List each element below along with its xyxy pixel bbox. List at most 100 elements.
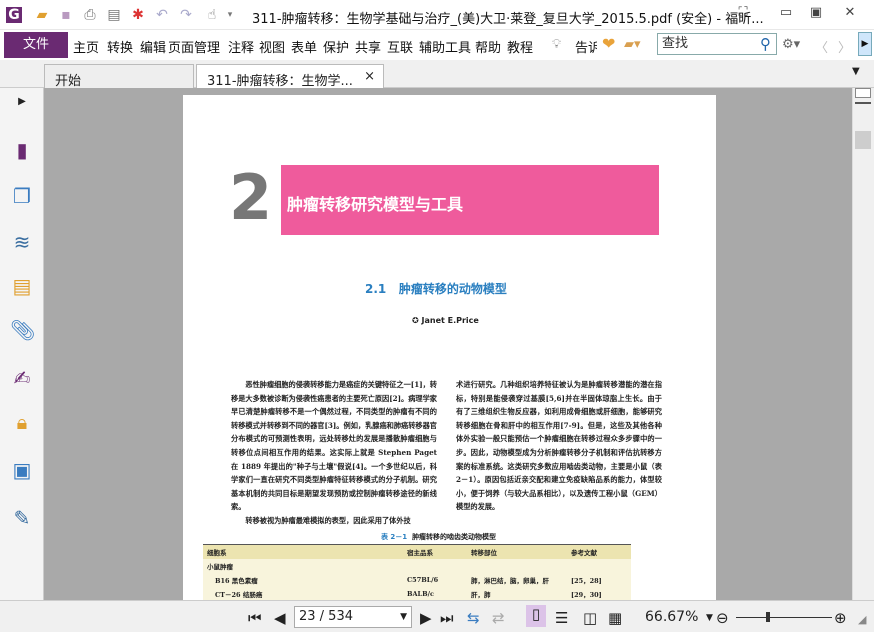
menu-convert[interactable]: 转换 (107, 37, 133, 56)
zoom-level[interactable]: 66.67% (645, 609, 698, 625)
search-input[interactable]: 查找 (657, 33, 777, 55)
minimize-button[interactable]: ▭ (776, 5, 796, 23)
menu-tutorial[interactable]: 教程 (507, 37, 533, 56)
next-icon[interactable]: 〉 (838, 37, 851, 56)
ribbon-scroll-right[interactable]: ▶ (858, 32, 872, 56)
menu-home[interactable]: 主页 (73, 37, 99, 56)
comments-icon[interactable]: ▤ (10, 274, 34, 298)
print-icon[interactable]: ⎙ (82, 7, 98, 23)
fullscreen-icon[interactable]: ⛶ (733, 5, 753, 23)
previous-view-icon[interactable]: ⇆ (467, 609, 480, 627)
lightbulb-icon[interactable]: 💡︎ (552, 37, 561, 52)
gear-icon[interactable]: ⚙▾ (782, 37, 800, 52)
menu-help[interactable]: 帮助 (475, 37, 501, 56)
vertical-scrollbar[interactable] (852, 88, 874, 600)
tell-me[interactable]: 告诉 (575, 37, 597, 56)
menu-view[interactable]: 视图 (259, 37, 285, 56)
pdf-page: 2 肿瘤转移研究模型与工具 2.1 肿瘤转移的动物模型 ✪ Janet E.Pr… (183, 95, 716, 600)
menu-accessibility[interactable]: 辅助工具 (419, 37, 471, 56)
scroll-top-marker (855, 102, 871, 108)
table-row: B16 黑色素瘤 C57BL/6 肺，淋巴结，脑，卵巢，肝 [25，28] (203, 573, 631, 587)
first-page-button[interactable]: ⏮ (248, 609, 262, 627)
resize-grip-icon[interactable]: ◢ (858, 613, 866, 626)
title-bar: G ▰ ▪ ⎙ ▤ ✱ ↶ ↷ ☝ ▾ 311-肿瘤转移：生物学基础与治疗_(美… (0, 0, 874, 30)
table-cell: [25，28] (571, 577, 602, 585)
tab-list-icon[interactable]: ▼ (852, 66, 860, 77)
continuous-facing-view-icon[interactable]: ▦ (608, 609, 622, 627)
menu-protect[interactable]: 保护 (323, 37, 349, 56)
search-icon[interactable]: ⚲ (760, 35, 771, 53)
save-icon[interactable]: ▪ (58, 7, 74, 23)
body-left-column: 恶性肿瘤细胞的侵袭转移能力是癌症的关键特征之一[1]，转移是大多数被诊断为侵袭性… (231, 380, 437, 525)
signature-icon[interactable]: ✍ (10, 366, 34, 390)
menu-page-manage[interactable]: 页面管理 (168, 37, 220, 56)
author-icon: ✪ (412, 316, 422, 325)
next-view-icon[interactable]: ⇄ (492, 609, 505, 627)
chevron-down-icon[interactable]: ▾ (222, 7, 238, 23)
new-icon[interactable]: ✱ (130, 7, 146, 23)
table-cell: CT－26 结肠癌 (215, 591, 263, 599)
hand-tool-icon[interactable]: ☝ (204, 7, 220, 23)
zoom-dropdown-icon[interactable]: ▼ (706, 613, 713, 623)
data-table: 细胞系 宿主品系 转移部位 参考文献 小鼠肿瘤 B16 黑色素瘤 C57BL/6 肺… (203, 544, 631, 600)
table-cell: BALB/c (407, 590, 434, 598)
table-caption: 表 2－1 肿瘤转移的啮齿类动物模型 (381, 532, 496, 542)
bookmark-icon[interactable]: ▮ (10, 138, 34, 162)
page-thumbnails-icon[interactable]: ❐ (10, 184, 34, 208)
open-folder-icon[interactable]: ▰ (34, 7, 50, 23)
maximize-button[interactable]: ▣ (806, 5, 826, 23)
table-header: 参考文献 (571, 549, 597, 557)
facing-view-icon[interactable]: ◫ (583, 609, 597, 627)
table-cell: [29，30] (571, 591, 602, 599)
file-menu-button[interactable]: 文件 (4, 32, 68, 58)
chevron-down-icon[interactable]: ▼ (400, 612, 407, 622)
status-bar: ⏮ ◀ 23 / 534 ▼ ▶ ⏭ ⇆ ⇄ ▯ ☰ ◫ ▦ 66.67% ▼ ⊖… (0, 600, 874, 632)
section-title: 肿瘤转移的动物模型 (398, 282, 507, 296)
prev-page-button[interactable]: ◀ (274, 609, 286, 627)
attachment-icon[interactable]: 📎︎ (10, 318, 35, 342)
menu-connect[interactable]: 互联 (387, 37, 413, 56)
undo-icon[interactable]: ↶ (154, 7, 170, 23)
chapter-title: 肿瘤转移研究模型与工具 (287, 195, 464, 214)
layers-icon[interactable]: ≋ (10, 230, 34, 254)
next-page-button[interactable]: ▶ (420, 609, 432, 627)
tab-label: 311-肿瘤转移：生物学... (207, 74, 353, 89)
scroll-thumb[interactable] (855, 131, 871, 149)
menu-form[interactable]: 表单 (291, 37, 317, 56)
table-cell: 肺，淋巴结，脑，卵巢，肝 (471, 577, 549, 585)
menu-comment[interactable]: 注释 (228, 37, 254, 56)
continuous-view-icon[interactable]: ☰ (555, 609, 568, 627)
zoom-slider[interactable] (736, 617, 832, 618)
form-fields-icon[interactable]: ▣ (10, 458, 34, 482)
prev-icon[interactable]: 〈 (815, 37, 828, 56)
certificate-icon[interactable]: ✎ (10, 506, 34, 530)
lock-icon[interactable]: 🔒︎ (10, 410, 34, 434)
foxit-logo-icon: G (6, 7, 22, 23)
zoom-slider-thumb[interactable] (766, 612, 770, 622)
close-button[interactable]: ✕ (840, 5, 860, 23)
scroll-up-button[interactable] (855, 88, 871, 98)
close-tab-icon[interactable]: × (364, 69, 375, 84)
menu-share[interactable]: 共享 (355, 37, 381, 56)
properties-icon[interactable]: ▤ (106, 7, 122, 23)
page-number-input[interactable]: 23 / 534 ▼ (294, 606, 412, 628)
single-page-view-icon[interactable]: ▯ (526, 605, 546, 627)
table-header: 宿主品系 (407, 549, 433, 557)
last-page-button[interactable]: ⏭ (440, 609, 454, 627)
ribbon-menu: 文件 主页 转换 编辑 页面管理 注释 视图 表单 保护 共享 互联 辅助工具 … (0, 30, 874, 60)
table-caption-text: 肿瘤转移的啮齿类动物模型 (412, 533, 497, 541)
expand-panel-icon[interactable]: ▶ (10, 90, 34, 114)
heart-icon[interactable]: ❤ (602, 34, 615, 53)
tab-document[interactable]: 311-肿瘤转移：生物学... × (196, 64, 384, 89)
redo-icon[interactable]: ↷ (178, 7, 194, 23)
window-title: 311-肿瘤转移：生物学基础与治疗_(美)大卫·莱登_复旦大学_2015.5.p… (252, 12, 764, 27)
tab-start[interactable]: 开始 (44, 64, 194, 89)
zoom-in-button[interactable]: ⊕ (834, 609, 847, 627)
menu-edit[interactable]: 编辑 (140, 37, 166, 56)
document-viewer[interactable]: 2 肿瘤转移研究模型与工具 2.1 肿瘤转移的动物模型 ✪ Janet E.Pr… (44, 88, 852, 600)
zoom-out-button[interactable]: ⊖ (716, 609, 729, 627)
table-cell: B16 黑色素瘤 (215, 577, 258, 585)
tab-bar: 开始 311-肿瘤转移：生物学... × ▼ (0, 60, 874, 89)
body-right-column: 术进行研究。几种组织培养特征被认为是肿瘤转移潜能的潜在指标，特别是能侵袭穿过基膜… (456, 380, 662, 512)
search-folder-icon[interactable]: ▰▾ (624, 37, 641, 52)
